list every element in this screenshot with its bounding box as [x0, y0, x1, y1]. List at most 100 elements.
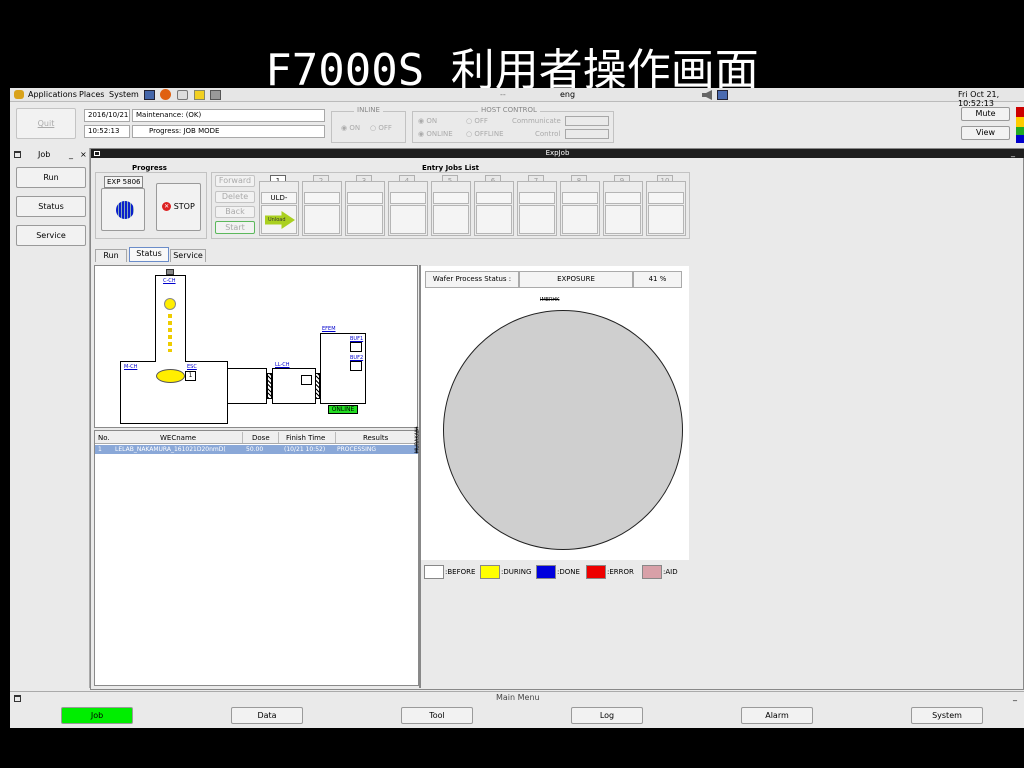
maintenance-label: Maintenance:	[136, 111, 184, 119]
slot-action-button-9[interactable]	[605, 205, 641, 234]
slot-action-button-8[interactable]	[562, 205, 598, 234]
back-button[interactable]: Back	[215, 206, 255, 218]
tools-icon[interactable]	[210, 90, 221, 100]
menu-system-button[interactable]: System	[911, 707, 983, 724]
llch-label: LL-CH	[275, 362, 290, 368]
host-on-label: ON	[426, 117, 438, 125]
network-icon[interactable]	[177, 90, 188, 100]
maintenance-value: (OK)	[185, 111, 202, 119]
slot-job-name-4	[390, 192, 426, 204]
display-icon[interactable]	[717, 90, 728, 100]
control-label: Control	[535, 130, 561, 138]
host-on-radio[interactable]: ◉ ON	[418, 117, 437, 125]
view-button[interactable]: View	[961, 126, 1010, 140]
menu-alarm-button[interactable]: Alarm	[741, 707, 813, 724]
main-menu-icon	[14, 695, 21, 702]
host-online-radio[interactable]: ◉ ONLINE	[418, 130, 453, 138]
menu-data-button[interactable]: Data	[231, 707, 303, 724]
llch-slot-box	[301, 375, 312, 385]
slot-action-button-6[interactable]	[476, 205, 512, 234]
menu-tool-button[interactable]: Tool	[401, 707, 473, 724]
host-offline-radio[interactable]: ○ OFFLINE	[466, 130, 504, 138]
time-field: 10:52:13	[84, 125, 130, 138]
buf1-slot	[350, 342, 362, 352]
legend-label-during: :DURING	[501, 568, 532, 576]
inline-on-radio[interactable]: ◉ ON	[341, 124, 360, 132]
main-menu-minimize[interactable]: _	[1013, 692, 1017, 701]
entry-jobs-title: Entry Jobs List	[419, 164, 482, 172]
communicate-label: Communicate	[512, 117, 561, 125]
col-divider-1	[242, 432, 243, 443]
wafer-status-label: Wafer Process Status :	[425, 271, 519, 288]
job-window-close-icon[interactable]: ×	[80, 150, 87, 159]
volume-icon[interactable]	[702, 90, 712, 100]
host-off-radio[interactable]: ○ OFF	[466, 117, 488, 125]
notes-icon[interactable]	[194, 90, 205, 100]
exp-job-button[interactable]	[101, 188, 145, 231]
status-lamp-red	[1016, 107, 1024, 117]
terminal-icon[interactable]	[144, 90, 155, 100]
progress-label: Progress:	[149, 127, 182, 135]
menu-log-button[interactable]: Log	[571, 707, 643, 724]
inline-off-radio[interactable]: ○ OFF	[370, 124, 392, 132]
menu-system[interactable]: System	[109, 90, 139, 99]
job-service-button[interactable]: Service	[16, 225, 86, 246]
cch-wafer	[164, 298, 176, 310]
legend-swatch-before	[424, 565, 444, 579]
slot-action-button-1[interactable]: Unload	[261, 205, 297, 234]
expjob-title: ExpJob	[545, 149, 570, 157]
slot-job-name-10	[648, 192, 684, 204]
slot-action-button-4[interactable]	[390, 205, 426, 234]
panel-clock[interactable]: Fri Oct 21, 10:52:13	[958, 90, 1024, 108]
firefox-icon[interactable]	[160, 89, 171, 100]
stop-icon: ✕	[162, 202, 172, 211]
quit-button[interactable]: Quit	[16, 108, 76, 139]
slot-action-button-10[interactable]	[648, 205, 684, 234]
menu-job-button[interactable]: Job	[61, 707, 133, 724]
start-button[interactable]: Start	[215, 221, 255, 234]
col-divider-2	[278, 432, 279, 443]
keyboard-layout[interactable]: eng	[560, 90, 575, 99]
delete-button[interactable]: Delete	[215, 191, 255, 203]
legend-label-aid: :AID	[663, 568, 678, 576]
slot-job-name-9	[605, 192, 641, 204]
host-online-label: ONLINE	[426, 130, 453, 138]
slot-job-name-5	[433, 192, 469, 204]
slot-action-button-5[interactable]	[433, 205, 469, 234]
date-field: 2016/10/21	[84, 109, 130, 122]
legend-label-error: :ERROR	[607, 568, 634, 576]
menu-applications[interactable]: Applications	[28, 90, 77, 99]
job-run-button[interactable]: Run	[16, 167, 86, 188]
menu-places[interactable]: Places	[79, 90, 104, 99]
job-window-minimize[interactable]: _	[69, 150, 73, 159]
job-window-title: Job	[38, 150, 51, 159]
gnome-panel: Applications Places System -- eng Fri Oc…	[10, 88, 1024, 108]
expjob-minimize[interactable]: _	[1011, 148, 1015, 157]
maintenance-field: Maintenance: (OK)	[132, 109, 325, 122]
slot-action-button-7[interactable]	[519, 205, 555, 234]
mute-button[interactable]: Mute	[961, 107, 1010, 121]
esc-slot-box: 1	[185, 371, 196, 381]
job-window-icon	[14, 151, 21, 158]
slot-job-name-1: ULD-5807	[261, 192, 297, 212]
communicate-field	[565, 116, 609, 126]
job-status-button[interactable]: Status	[16, 196, 86, 217]
wafer-path-arrow	[168, 314, 172, 352]
status-lamp-green	[1016, 127, 1024, 135]
slot-action-button-2[interactable]	[304, 205, 340, 234]
col-dose: Dose	[252, 434, 270, 442]
forward-button[interactable]: Forward	[215, 175, 255, 187]
tab-service[interactable]: Service	[170, 249, 206, 262]
stop-button[interactable]: ✕ STOP	[156, 183, 201, 231]
gnome-foot-icon[interactable]	[14, 90, 24, 99]
table-row[interactable]: 1 LELAB_NAKAMURA_161021D20nmD( 50.00 (10…	[95, 445, 418, 454]
inline-title: INLINE	[354, 106, 383, 114]
legend-swatch-aid	[642, 565, 662, 579]
tab-status[interactable]: Status	[129, 247, 169, 262]
expjob-titlebar: ExpJob	[91, 149, 1024, 158]
esc-label: ESC	[187, 364, 197, 370]
slot-action-button-3[interactable]	[347, 205, 383, 234]
row-no: 1	[98, 446, 102, 453]
cch-label: C-CH	[163, 278, 176, 284]
tab-run[interactable]: Run	[95, 249, 127, 262]
